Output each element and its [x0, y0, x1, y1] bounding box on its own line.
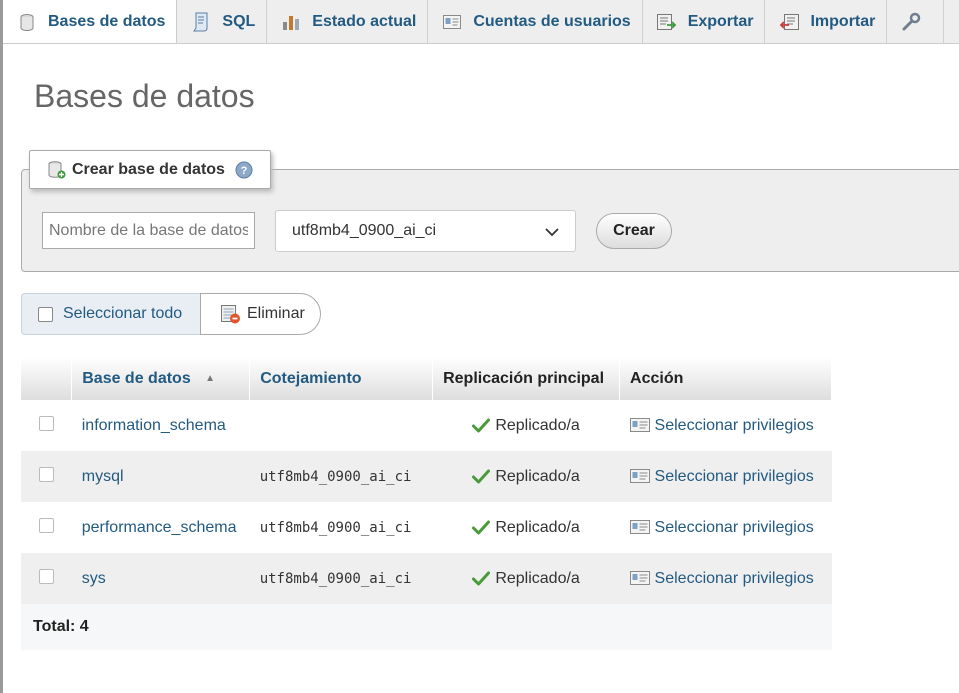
bulk-actions: Seleccionar todo Eliminar — [21, 293, 321, 335]
header-label: Acción — [630, 369, 684, 387]
tab-user-accounts[interactable]: Cuentas de usuarios — [428, 0, 643, 43]
help-icon[interactable]: ? — [235, 161, 253, 179]
delete-button[interactable]: Eliminar — [200, 293, 321, 335]
database-name-link[interactable]: mysql — [82, 468, 124, 485]
collation-value: utf8mb4_0900_ai_ci — [259, 519, 412, 536]
tab-label: Importar — [810, 12, 876, 30]
svg-text:?: ? — [241, 165, 248, 177]
header-label: Replicación principal — [443, 369, 605, 387]
select-privileges-link[interactable]: Seleccionar privilegios — [629, 416, 814, 434]
database-name-link[interactable]: sys — [82, 570, 106, 587]
replication-status: Replicado/a — [432, 553, 620, 604]
privileges-label: Seleccionar privilegios — [654, 467, 814, 485]
sort-ascending-icon: ▲ — [205, 372, 216, 384]
database-icon — [16, 12, 38, 32]
header-collation[interactable]: Cotejamiento — [249, 357, 434, 400]
export-icon — [656, 12, 678, 32]
top-tab-bar: Bases de datos SQL Estado actual Cuentas… — [3, 0, 959, 44]
row-checkbox[interactable] — [38, 466, 54, 482]
total-count: Total: 4 — [21, 604, 832, 650]
table-row: mysql utf8mb4_0900_ai_ci Replicado/a Sel… — [21, 451, 832, 502]
check-icon — [472, 469, 491, 484]
check-icon — [472, 418, 491, 433]
replication-label: Replicado/a — [495, 467, 580, 485]
tab-import[interactable]: Importar — [765, 0, 888, 43]
check-icon — [472, 520, 491, 535]
privileges-label: Seleccionar privilegios — [654, 569, 814, 587]
row-checkbox[interactable] — [38, 568, 54, 584]
collation-selected-value: utf8mb4_0900_ai_ci — [292, 222, 437, 239]
select-all-checkbox[interactable] — [38, 306, 53, 322]
tab-label: Exportar — [687, 12, 754, 30]
privileges-icon — [629, 571, 650, 586]
replication-status: Replicado/a — [432, 502, 620, 553]
select-all-label: Seleccionar todo — [63, 305, 183, 322]
databases-table: Base de datos ▲ Cotejamiento Replicación… — [21, 357, 832, 650]
action-cell: Seleccionar privilegios — [619, 553, 832, 604]
replication-label: Replicado/a — [495, 569, 580, 587]
privileges-icon — [629, 418, 650, 433]
select-all-control[interactable]: Seleccionar todo — [21, 293, 200, 335]
action-cell: Seleccionar privilegios — [619, 400, 832, 451]
table-row: performance_schema utf8mb4_0900_ai_ci Re… — [21, 502, 832, 553]
wrench-icon — [900, 12, 922, 32]
collation-value: utf8mb4_0900_ai_ci — [259, 468, 412, 485]
privileges-icon — [629, 469, 650, 484]
database-name-link[interactable]: performance_schema — [82, 519, 237, 536]
tab-label: Bases de datos — [48, 13, 166, 30]
create-button[interactable]: Crear — [596, 213, 672, 249]
database-name-input[interactable] — [42, 212, 255, 249]
header-label: Base de datos — [82, 369, 191, 387]
replication-label: Replicado/a — [495, 518, 580, 536]
collation-select[interactable]: utf8mb4_0900_ai_ci — [275, 210, 576, 252]
tab-status[interactable]: Estado actual — [267, 0, 429, 43]
select-privileges-link[interactable]: Seleccionar privilegios — [629, 467, 814, 485]
table-header-row: Base de datos ▲ Cotejamiento Replicación… — [21, 357, 832, 400]
add-database-icon — [48, 160, 66, 179]
table-footer-row: Total: 4 — [21, 604, 832, 650]
sql-icon — [190, 12, 212, 32]
tab-label: Estado actual — [312, 12, 417, 30]
tab-label: Cuentas de usuarios — [473, 12, 631, 30]
replication-label: Replicado/a — [495, 416, 580, 434]
replication-status: Replicado/a — [432, 451, 620, 502]
action-cell: Seleccionar privilegios — [619, 451, 832, 502]
tab-sql[interactable]: SQL — [177, 0, 268, 43]
header-action: Acción — [619, 357, 832, 400]
header-database-name[interactable]: Base de datos ▲ — [71, 357, 251, 400]
row-checkbox[interactable] — [38, 517, 54, 533]
database-name-link[interactable]: information_schema — [82, 417, 226, 434]
header-replication: Replicación principal — [432, 357, 621, 400]
header-label: Cotejamiento — [260, 369, 362, 387]
tab-label: SQL — [222, 12, 256, 30]
delete-label: Eliminar — [247, 305, 305, 322]
privileges-label: Seleccionar privilegios — [654, 416, 814, 434]
status-chart-icon — [280, 12, 302, 32]
select-privileges-link[interactable]: Seleccionar privilegios — [629, 569, 814, 587]
table-row: sys utf8mb4_0900_ai_ci Replicado/a Selec… — [21, 553, 832, 604]
delete-icon — [221, 304, 241, 324]
collation-value: utf8mb4_0900_ai_ci — [259, 570, 412, 587]
tab-export[interactable]: Exportar — [643, 0, 766, 43]
create-database-legend: Crear base de datos ? — [29, 150, 271, 189]
legend-label: Crear base de datos — [72, 160, 225, 178]
select-privileges-link[interactable]: Seleccionar privilegios — [629, 518, 814, 536]
action-cell: Seleccionar privilegios — [619, 502, 832, 553]
check-icon — [472, 571, 491, 586]
row-checkbox[interactable] — [38, 415, 54, 431]
tab-databases[interactable]: Bases de datos — [3, 0, 178, 43]
left-border — [0, 0, 3, 693]
replication-status: Replicado/a — [432, 400, 620, 451]
header-checkbox-column — [21, 357, 73, 400]
table-row: information_schema Replicado/a Seleccion… — [21, 400, 832, 451]
tab-settings[interactable] — [887, 0, 945, 43]
import-icon — [778, 12, 800, 32]
privileges-icon — [629, 520, 650, 535]
privileges-label: Seleccionar privilegios — [654, 518, 814, 536]
page-title: Bases de datos — [34, 78, 255, 114]
user-accounts-icon — [441, 12, 463, 32]
chevron-down-icon — [545, 224, 559, 242]
